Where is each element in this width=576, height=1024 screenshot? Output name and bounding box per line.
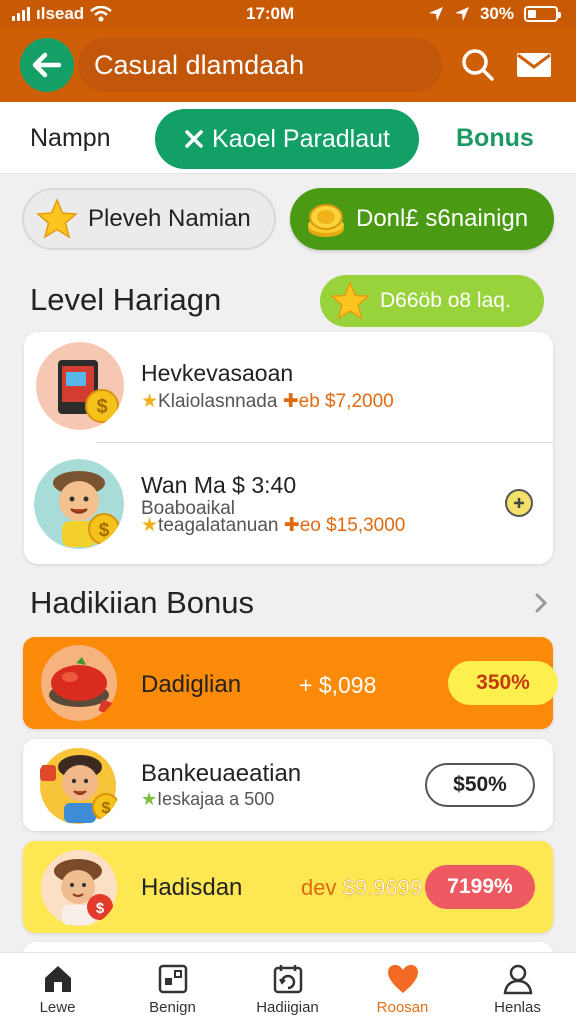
navigation-icon — [454, 7, 469, 21]
bonus-badge[interactable]: 350% — [448, 661, 558, 705]
svg-text:$: $ — [102, 800, 111, 817]
tab-bar: Nampn Kaoel Paradlaut Bonus — [0, 102, 576, 174]
level-row-subtitle: ★teagalatanuan ✚eo $15,3000 — [141, 515, 406, 536]
bonus-section-title: Hadikiian Bonus — [30, 585, 255, 620]
signal-icon — [12, 7, 30, 21]
svg-text:$: $ — [96, 396, 107, 418]
chip-donl-s6nainign[interactable]: Donl£ s6nainign — [290, 188, 554, 250]
small-star-icon: ★ — [141, 789, 158, 809]
battery-icon — [523, 6, 561, 22]
mail-icon — [517, 53, 551, 77]
calendar-refresh-icon — [273, 965, 302, 994]
plus-icon — [514, 498, 524, 508]
tab-nampn[interactable]: Nampn — [30, 124, 111, 153]
bonus-item[interactable]: $ Bankeuaeatian ★Ieskajaa a 500 $50% — [23, 739, 553, 831]
chip-label: Pleveh Namian — [88, 205, 251, 232]
bonus-name: Hadisdan — [141, 874, 243, 901]
app-header: Casual dlamdaah — [0, 28, 576, 102]
tablet-avatar: $ — [36, 342, 124, 430]
level-badge-button[interactable]: D66öb o8 laq. — [320, 275, 544, 327]
bonus-item[interactable]: Dadiglian + $,098 350% — [23, 637, 558, 729]
small-star-icon: ★ — [141, 515, 159, 536]
child-avatar: $ — [34, 459, 124, 549]
level-row-amount: ✚eo $15,3000 — [283, 515, 406, 536]
level-section-title: Level Hariagn — [30, 282, 222, 317]
battery-percent: 30% — [479, 4, 514, 23]
bonus-badge[interactable]: 7199% — [425, 865, 535, 909]
gift-icon — [158, 964, 187, 994]
chevron-right-icon[interactable] — [534, 592, 548, 614]
search-button[interactable] — [458, 45, 498, 85]
page-title: Casual dlamdaah — [78, 38, 442, 92]
chip-pleveh-namian[interactable]: Pleveh Namian — [22, 188, 276, 250]
home-icon — [44, 966, 71, 992]
small-star-icon: ★ — [141, 391, 159, 412]
tab-label: Kaoel Paradlaut — [212, 124, 390, 153]
tab-bonus[interactable]: Bonus — [456, 124, 534, 153]
svg-text:$: $ — [99, 520, 110, 541]
profile-icon — [503, 964, 532, 995]
bonus-badge[interactable]: $50% — [425, 763, 535, 807]
bonus-price: + $,098 — [299, 672, 377, 698]
level-row-subtitle: ★Klaiolasnnada ✚eb $7,2000 — [141, 391, 394, 412]
search-icon — [462, 49, 494, 81]
divider — [96, 442, 553, 443]
bonus-price: dev $9.9699 — [301, 875, 423, 901]
nav-item-benign[interactable]: Benign — [115, 953, 230, 1024]
level-card: $ Hevkevasaoan ★Klaiolasnnada ✚eb $7,200… — [24, 332, 553, 564]
bonus-name: Bankeuaeatian — [141, 760, 302, 787]
nav-item-lewe[interactable]: Lewe — [0, 953, 115, 1024]
boy-avatar: $ — [36, 747, 120, 825]
clock: 17:0M — [245, 4, 295, 23]
add-button[interactable] — [505, 489, 533, 517]
svg-text:$: $ — [96, 900, 105, 917]
food-bowl-image — [40, 645, 118, 721]
status-bar: ılsead 17:0M 30% — [0, 0, 576, 28]
nav-item-henlas[interactable]: Henlas — [460, 953, 575, 1024]
bonus-subtitle: ★Ieskajaa a 500 — [141, 789, 275, 809]
back-button[interactable] — [20, 38, 74, 92]
bottom-nav: Lewe Benign Hadiigian Roosan Henlas — [0, 952, 576, 1024]
nav-item-roosan[interactable]: Roosan — [345, 953, 460, 1024]
level-row-name: Hevkevasaoan — [141, 360, 294, 386]
wifi-icon — [90, 6, 112, 22]
girl-avatar: $ — [40, 849, 118, 927]
arrow-left-icon — [32, 52, 62, 78]
level-row-name: Wan Ma $ 3:40 — [141, 472, 297, 498]
location-icon — [428, 7, 443, 21]
carrier-label: ılsead — [36, 4, 85, 23]
star-icon — [330, 281, 370, 320]
chip-label: Donl£ s6nainign — [356, 205, 529, 232]
bonus-item[interactable]: $ Hadisdan dev $9.9699 7199% — [23, 841, 553, 933]
coins-icon — [308, 204, 344, 237]
tab-kaoel-paradlaut[interactable]: Kaoel Paradlaut — [155, 109, 419, 169]
level-badge-label: D66öb o8 laq. — [380, 289, 511, 312]
star-icon — [36, 198, 78, 239]
mail-button[interactable] — [514, 45, 554, 85]
nav-item-hadiigian[interactable]: Hadiigian — [230, 953, 345, 1024]
bonus-name: Dadiglian — [141, 671, 242, 698]
level-row-amount: ✚eb $7,2000 — [282, 391, 394, 412]
heart-icon — [387, 965, 418, 993]
close-icon — [185, 130, 203, 148]
